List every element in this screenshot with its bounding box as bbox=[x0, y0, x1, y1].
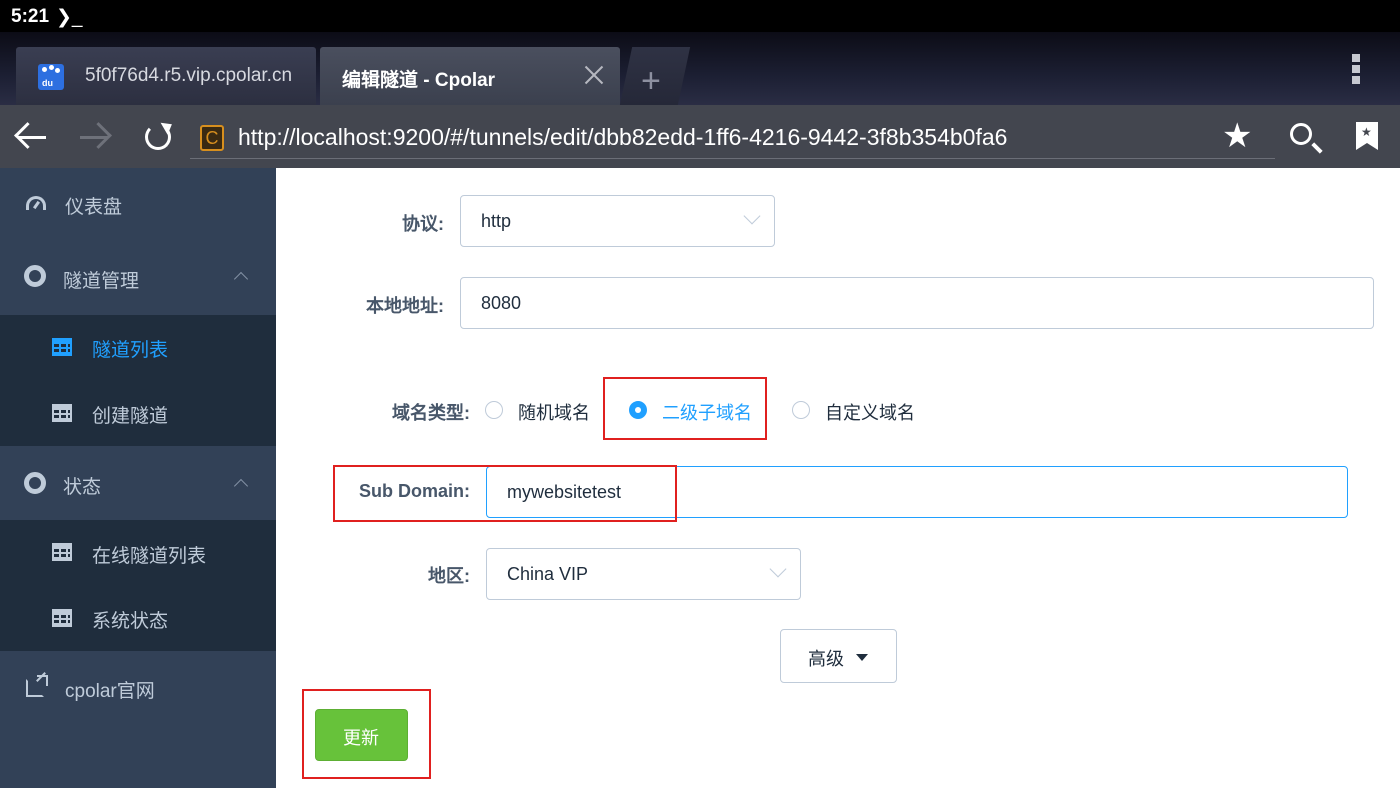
chevron-up-icon bbox=[233, 478, 249, 494]
region-label: 地区: bbox=[428, 566, 470, 586]
plus-icon[interactable]: + bbox=[641, 62, 661, 101]
sidebar-item-label: 隧道管理 bbox=[63, 271, 140, 292]
sidebar-item-label: 仪表盘 bbox=[65, 197, 123, 218]
status-bar: 5:21 ❯_ bbox=[0, 0, 1400, 32]
reload-icon[interactable] bbox=[140, 119, 176, 155]
terminal-icon: ❯_ bbox=[56, 7, 83, 28]
sidebar-item-status[interactable]: 状态 bbox=[0, 446, 276, 520]
sidebar-item-label: 创建隧道 bbox=[92, 406, 169, 427]
protocol-value: http bbox=[481, 211, 512, 231]
sidebar-item-system-status[interactable]: 系统状态 bbox=[0, 585, 276, 651]
sidebar-item-cpolar-site[interactable]: cpolar官网 bbox=[0, 651, 276, 723]
url-text[interactable]: http://localhost:9200/#/tunnels/edit/dbb… bbox=[238, 124, 1007, 151]
sidebar-item-create-tunnel[interactable]: 创建隧道 bbox=[0, 380, 276, 446]
sidebar: 仪表盘 隧道管理 隧道列表 创建隧道 状态 在线隧道列表 系统状态 cpolar… bbox=[0, 168, 276, 788]
favicon-text: du bbox=[42, 78, 53, 88]
radio-circle[interactable] bbox=[485, 401, 503, 419]
advanced-button-label: 高级 bbox=[808, 649, 844, 669]
search-icon[interactable] bbox=[1290, 123, 1312, 145]
region-select[interactable]: China VIP bbox=[486, 548, 801, 600]
region-value: China VIP bbox=[507, 564, 589, 584]
sidebar-item-dashboard[interactable]: 仪表盘 bbox=[0, 168, 276, 238]
tab-cpolar-remote[interactable]: du 5f0f76d4.r5.vip.cpolar.cn bbox=[16, 47, 316, 105]
edit-tunnel-form: 协议: http 本地地址: 8080 域名类型: 随机域名 二级子域名 自定义… bbox=[276, 168, 1400, 788]
chevron-down-icon bbox=[769, 560, 787, 578]
baidu-paw-icon: du bbox=[38, 64, 64, 90]
local-address-value: 8080 bbox=[481, 293, 522, 313]
sidebar-item-label: 在线隧道列表 bbox=[92, 546, 207, 567]
radio-circle[interactable] bbox=[792, 401, 810, 419]
advanced-button[interactable]: 高级 bbox=[780, 629, 897, 683]
tab-title: 编辑隧道 - Cpolar bbox=[342, 70, 496, 91]
sidebar-item-label: 系统状态 bbox=[92, 611, 169, 632]
cpolar-favicon-icon: C bbox=[200, 125, 224, 151]
highlight-box bbox=[302, 689, 431, 779]
back-arrow-icon[interactable] bbox=[14, 119, 50, 155]
grid-icon bbox=[52, 404, 72, 422]
highlight-box bbox=[333, 465, 677, 522]
browser-toolbar: C http://localhost:9200/#/tunnels/edit/d… bbox=[0, 105, 1400, 168]
radio-label: 随机域名 bbox=[518, 403, 590, 423]
lifebuoy-icon bbox=[24, 472, 46, 494]
sidebar-item-label: 隧道列表 bbox=[92, 340, 169, 361]
sidebar-item-online-tunnels[interactable]: 在线隧道列表 bbox=[0, 520, 276, 585]
status-time: 5:21 bbox=[11, 6, 50, 27]
sidebar-item-tunnel-management[interactable]: 隧道管理 bbox=[0, 238, 276, 315]
radio-label: 自定义域名 bbox=[825, 403, 915, 423]
tab-title: 5f0f76d4.r5.vip.cpolar.cn bbox=[85, 65, 293, 86]
local-address-label: 本地地址: bbox=[366, 296, 444, 316]
protocol-select[interactable]: http bbox=[460, 195, 775, 247]
close-tab-icon[interactable] bbox=[582, 63, 606, 87]
external-link-icon bbox=[26, 675, 48, 697]
grid-icon bbox=[52, 609, 72, 627]
protocol-label: 协议: bbox=[402, 214, 444, 234]
chevron-up-icon bbox=[233, 271, 249, 287]
forward-arrow-icon[interactable] bbox=[76, 119, 112, 155]
tab-edit-tunnel[interactable]: 编辑隧道 - Cpolar bbox=[320, 47, 620, 105]
sidebar-item-label: cpolar官网 bbox=[65, 681, 155, 702]
grid-icon bbox=[52, 338, 72, 356]
url-bar[interactable]: C http://localhost:9200/#/tunnels/edit/d… bbox=[190, 117, 1275, 159]
sidebar-item-tunnel-list[interactable]: 隧道列表 bbox=[0, 315, 276, 380]
sidebar-item-label: 状态 bbox=[63, 477, 102, 498]
grid-icon bbox=[52, 543, 72, 561]
tab-strip: du 5f0f76d4.r5.vip.cpolar.cn 编辑隧道 - Cpol… bbox=[0, 32, 1400, 105]
dashboard-icon bbox=[26, 196, 46, 210]
local-address-input[interactable]: 8080 bbox=[460, 277, 1374, 329]
overflow-menu-icon[interactable] bbox=[1352, 54, 1362, 87]
domain-type-label: 域名类型: bbox=[392, 403, 470, 423]
caret-down-icon bbox=[856, 654, 868, 661]
chevron-down-icon bbox=[743, 207, 761, 225]
lifebuoy-icon bbox=[24, 265, 46, 287]
highlight-box bbox=[603, 377, 767, 440]
star-icon[interactable]: ★ bbox=[1222, 116, 1252, 156]
